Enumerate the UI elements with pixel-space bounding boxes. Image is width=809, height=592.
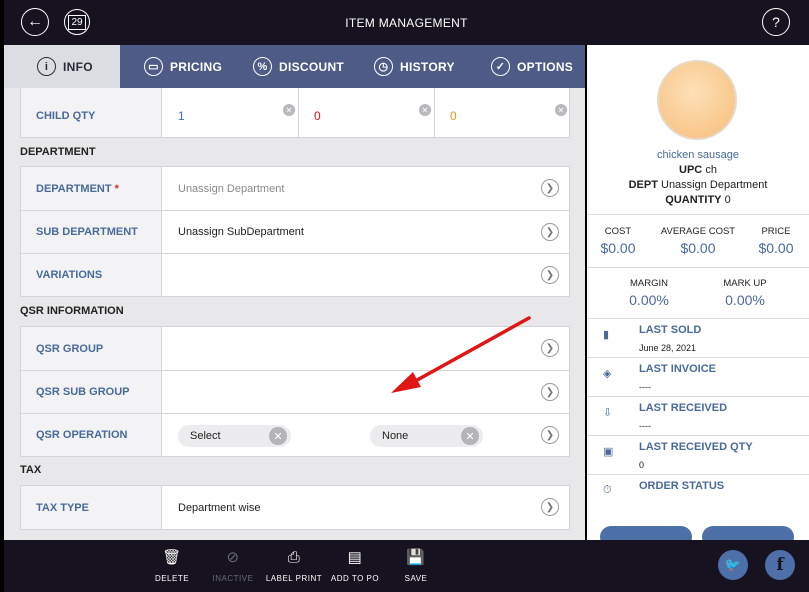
percent-icon: % bbox=[253, 57, 272, 76]
tab-history[interactable]: ◷ HISTORY bbox=[374, 45, 455, 88]
markup-stat: MARK UP 0.00% bbox=[723, 278, 767, 308]
qsr-sub-group-row[interactable]: QSR SUB GROUP ❯ bbox=[21, 370, 569, 413]
bag-icon: ▮ bbox=[603, 329, 610, 341]
child-qty-row: CHILD QTY 1 ✕ 0 ✕ 0 ✕ bbox=[21, 88, 569, 137]
inactive-icon: ⊘ bbox=[226, 549, 240, 566]
bottom-toolbar: 🗑 DELETE ⊘ INACTIVE ⎙ LABEL PRINT ▤ ADD … bbox=[4, 540, 809, 592]
chevron-right-icon[interactable]: ❯ bbox=[541, 426, 559, 444]
tab-options[interactable]: ✓ OPTIONS bbox=[491, 45, 573, 88]
qsr-operation-none[interactable]: None ✕ bbox=[370, 425, 483, 447]
clock-icon: ◷ bbox=[374, 57, 393, 76]
sub-department-value: Unassign SubDepartment bbox=[178, 226, 304, 238]
page-title: ITEM MANAGEMENT bbox=[345, 16, 468, 30]
item-summary-panel: chicken sausage UPC ch DEPT Unassign Dep… bbox=[587, 45, 809, 548]
top-bar: ← 29 ITEM MANAGEMENT ? bbox=[4, 0, 809, 45]
qsr-sub-group-label: QSR SUB GROUP bbox=[21, 371, 162, 413]
tab-discount-label: DISCOUNT bbox=[279, 59, 345, 74]
qsr-card: QSR GROUP ❯ QSR SUB GROUP ❯ QSR OPERATIO… bbox=[20, 326, 570, 457]
info-icon: i bbox=[37, 57, 56, 76]
sub-department-label: SUB DEPARTMENT bbox=[21, 211, 162, 253]
qsr-section-title: QSR INFORMATION bbox=[20, 305, 124, 317]
child-qty-value-2[interactable]: 0 bbox=[314, 88, 321, 137]
chevron-right-icon[interactable]: ❯ bbox=[541, 339, 559, 357]
item-name: chicken sausage bbox=[657, 149, 739, 161]
clear-icon[interactable]: ✕ bbox=[269, 427, 287, 445]
tab-info-label: INFO bbox=[63, 59, 93, 74]
floppy-disk-icon: 💾 bbox=[406, 549, 426, 566]
qsr-operation-row: QSR OPERATION Select ✕ None ✕ ❯ bbox=[21, 413, 569, 456]
variations-row[interactable]: VARIATIONS ❯ bbox=[21, 253, 569, 296]
average-cost-stat: AVERAGE COST $0.00 bbox=[660, 226, 736, 256]
chevron-right-icon[interactable]: ❯ bbox=[541, 266, 559, 284]
qsr-group-row[interactable]: QSR GROUP ❯ bbox=[21, 327, 569, 370]
tab-info[interactable]: i INFO bbox=[4, 45, 120, 88]
sub-department-row[interactable]: SUB DEPARTMENT Unassign SubDepartment ❯ bbox=[21, 210, 569, 253]
tax-card: TAX TYPE Department wise ❯ bbox=[20, 485, 570, 530]
clear-icon[interactable]: ✕ bbox=[461, 427, 479, 445]
help-icon: ? bbox=[772, 14, 780, 30]
clear-icon[interactable]: ✕ bbox=[555, 104, 567, 116]
tab-bar: i INFO ▭ PRICING % DISCOUNT ◷ HISTORY ✓ … bbox=[4, 45, 585, 88]
item-quantity: QUANTITY 0 bbox=[665, 194, 731, 206]
tab-pricing-label: PRICING bbox=[170, 59, 223, 74]
help-button[interactable]: ? bbox=[762, 8, 790, 36]
department-value: Unassign Department bbox=[178, 182, 285, 195]
price-tag-icon: ▭ bbox=[144, 57, 163, 76]
inbox-icon: ⇩ bbox=[603, 407, 613, 419]
cost-stat: COST $0.00 bbox=[600, 226, 636, 256]
tab-history-label: HISTORY bbox=[400, 59, 455, 74]
info-form: CHILD QTY 1 ✕ 0 ✕ 0 ✕ DEPARTMENT DEPARTM… bbox=[4, 88, 585, 540]
layers-icon: ◈ bbox=[603, 368, 612, 380]
item-upc: UPC ch bbox=[679, 164, 717, 176]
tab-options-label: OPTIONS bbox=[517, 59, 574, 74]
tax-type-row[interactable]: TAX TYPE Department wise ❯ bbox=[21, 486, 569, 529]
clear-icon[interactable]: ✕ bbox=[283, 104, 295, 116]
chevron-right-icon[interactable]: ❯ bbox=[541, 223, 559, 241]
child-qty-label: CHILD QTY bbox=[21, 88, 162, 137]
facebook-icon[interactable]: f bbox=[765, 550, 795, 580]
item-dept: DEPT Unassign Department bbox=[628, 179, 768, 191]
child-qty-value-1[interactable]: 1 bbox=[178, 88, 185, 137]
tax-section-title: TAX bbox=[20, 464, 42, 476]
qsr-group-label: QSR GROUP bbox=[21, 327, 162, 370]
printer-icon: ⎙ bbox=[287, 549, 301, 566]
tax-type-label: TAX TYPE bbox=[21, 486, 162, 529]
delete-button[interactable]: 🗑 DELETE bbox=[137, 548, 207, 583]
margin-stat: MARGIN 0.00% bbox=[629, 278, 669, 308]
clipboard-icon: ▤ bbox=[347, 549, 363, 566]
timer-icon: ⏱ bbox=[603, 484, 612, 496]
qsr-operation-label: QSR OPERATION bbox=[21, 414, 162, 456]
child-qty-card: CHILD QTY 1 ✕ 0 ✕ 0 ✕ bbox=[20, 88, 570, 138]
inactive-button[interactable]: ⊘ INACTIVE bbox=[198, 548, 268, 583]
department-section-title: DEPARTMENT bbox=[20, 146, 96, 158]
check-circle-icon: ✓ bbox=[491, 57, 510, 76]
department-label: DEPARTMENT * bbox=[21, 167, 162, 210]
label-print-button[interactable]: ⎙ LABEL PRINT bbox=[259, 548, 329, 583]
tab-pricing[interactable]: ▭ PRICING bbox=[144, 45, 222, 88]
price-stat: PRICE $0.00 bbox=[758, 226, 794, 256]
twitter-icon[interactable]: 🐦 bbox=[718, 550, 748, 580]
chevron-right-icon[interactable]: ❯ bbox=[541, 179, 559, 197]
item-image bbox=[657, 60, 737, 140]
clear-icon[interactable]: ✕ bbox=[419, 104, 431, 116]
save-button[interactable]: 💾 SAVE bbox=[381, 548, 451, 583]
department-card: DEPARTMENT * Unassign Department ❯ SUB DE… bbox=[20, 166, 570, 297]
qsr-operation-select[interactable]: Select ✕ bbox=[178, 425, 291, 447]
chevron-right-icon[interactable]: ❯ bbox=[541, 498, 559, 516]
trash-icon: 🗑 bbox=[162, 549, 182, 566]
add-to-po-button[interactable]: ▤ ADD TO PO bbox=[320, 548, 390, 583]
variations-label: VARIATIONS bbox=[21, 254, 162, 296]
chevron-right-icon[interactable]: ❯ bbox=[541, 383, 559, 401]
box-icon: ▣ bbox=[603, 446, 614, 458]
department-row[interactable]: DEPARTMENT * Unassign Department ❯ bbox=[21, 167, 569, 210]
tax-type-value: Department wise bbox=[178, 501, 261, 514]
tab-discount[interactable]: % DISCOUNT bbox=[253, 45, 344, 88]
child-qty-value-3[interactable]: 0 bbox=[450, 88, 457, 137]
